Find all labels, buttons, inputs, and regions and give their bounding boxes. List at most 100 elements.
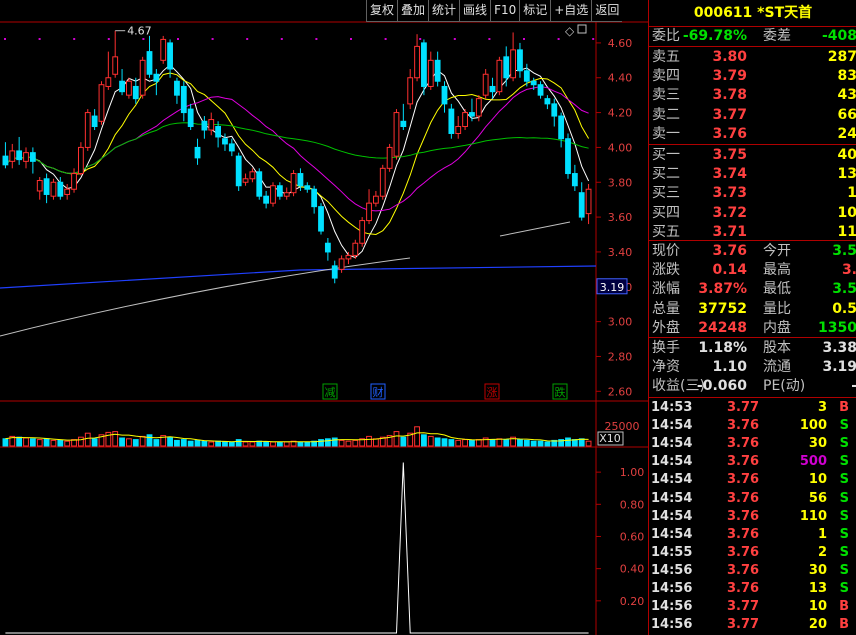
volume-bar[interactable] xyxy=(194,439,201,447)
volume-bar[interactable] xyxy=(23,437,29,447)
candle[interactable] xyxy=(448,103,455,139)
candle[interactable] xyxy=(386,143,393,172)
trade-row[interactable]: 14:55 3.76 2 S xyxy=(649,544,856,562)
toolbar-button-0[interactable]: 复权 xyxy=(366,0,398,22)
volume-bar[interactable] xyxy=(427,435,434,447)
candle[interactable] xyxy=(235,152,242,191)
volume-bar[interactable] xyxy=(400,436,407,447)
toolbar-button-5[interactable]: 标记 xyxy=(519,0,551,22)
volume-bar[interactable] xyxy=(84,432,91,447)
volume-bar[interactable] xyxy=(215,440,222,447)
toolbar-button-2[interactable]: 统计 xyxy=(428,0,460,22)
volume-bar[interactable] xyxy=(489,439,496,447)
trade-row[interactable]: 14:54 3.76 1 S xyxy=(649,526,856,544)
volume-bar[interactable] xyxy=(441,438,448,447)
volume-bar[interactable] xyxy=(276,441,283,447)
volume-bar[interactable] xyxy=(585,440,592,447)
stock-title[interactable]: 000611 *ST天首 xyxy=(649,0,856,26)
trade-row[interactable]: 14:54 3.76 56 S xyxy=(649,490,856,508)
volume-bar[interactable] xyxy=(475,439,482,447)
toolbar-button-4[interactable]: F10 xyxy=(490,0,520,22)
volume-bar[interactable] xyxy=(434,437,441,447)
volume-bar[interactable] xyxy=(537,440,544,447)
volume-bar[interactable] xyxy=(331,437,338,447)
candle[interactable] xyxy=(84,109,91,151)
trade-row[interactable]: 14:54 3.76 10 S xyxy=(649,471,856,489)
volume-bar[interactable] xyxy=(469,439,475,447)
volume-bar[interactable] xyxy=(421,434,427,447)
candle[interactable] xyxy=(270,182,276,207)
volume-bar[interactable] xyxy=(496,438,503,447)
bids-level-row[interactable]: 买五 3.71 11 xyxy=(649,223,856,241)
asks-level-row[interactable]: 卖四 3.79 83 xyxy=(649,67,856,85)
candle[interactable] xyxy=(139,56,146,99)
volume-bar[interactable] xyxy=(228,441,235,447)
candle[interactable] xyxy=(290,170,297,197)
volume-bar[interactable] xyxy=(57,439,64,447)
candle[interactable] xyxy=(160,35,167,64)
bids-level-row[interactable]: 买三 3.73 1 xyxy=(649,184,856,202)
volume-bar[interactable] xyxy=(235,439,242,447)
volume-bar[interactable] xyxy=(462,439,468,447)
trade-row[interactable]: 14:54 3.76 500 S xyxy=(649,453,856,471)
volume-bar[interactable] xyxy=(222,441,228,447)
volume-bar[interactable] xyxy=(139,435,146,447)
candle[interactable] xyxy=(496,56,503,96)
candle[interactable] xyxy=(50,178,57,200)
volume-bar[interactable] xyxy=(338,439,345,447)
trade-row[interactable]: 14:54 3.76 110 S xyxy=(649,508,856,526)
volume-bar[interactable] xyxy=(132,439,139,447)
candle[interactable] xyxy=(393,109,400,160)
bids-level-row[interactable]: 买二 3.74 13 xyxy=(649,165,856,183)
volume-bar[interactable] xyxy=(50,439,57,447)
volume-bar[interactable] xyxy=(530,440,537,447)
trade-row[interactable]: 14:54 3.76 100 S xyxy=(649,417,856,435)
volume-bar[interactable] xyxy=(393,431,400,447)
toolbar-button-3[interactable]: 画线 xyxy=(459,0,491,22)
volume-bar[interactable] xyxy=(146,434,153,447)
volume-bar[interactable] xyxy=(249,441,256,447)
volume-bar[interactable] xyxy=(372,438,379,447)
volume-bar[interactable] xyxy=(523,439,530,447)
volume-bar[interactable] xyxy=(242,441,249,447)
asks-level-row[interactable]: 卖一 3.76 24 xyxy=(649,125,856,143)
volume-bar[interactable] xyxy=(208,441,215,447)
volume-bar[interactable] xyxy=(119,437,125,447)
volume-bar[interactable] xyxy=(318,439,324,447)
bids-level-row[interactable]: 买四 3.72 10 xyxy=(649,204,856,222)
candle[interactable] xyxy=(126,77,132,99)
volume-bar[interactable] xyxy=(29,438,36,447)
candle[interactable] xyxy=(256,168,263,200)
trade-row[interactable]: 14:56 3.76 13 S xyxy=(649,580,856,598)
volume-bar[interactable] xyxy=(187,440,194,447)
candle[interactable] xyxy=(98,81,105,125)
volume-bar[interactable] xyxy=(64,440,71,447)
volume-bar[interactable] xyxy=(571,439,578,447)
volume-bar[interactable] xyxy=(153,439,160,447)
volume-bar[interactable] xyxy=(201,440,208,447)
trade-row[interactable]: 14:56 3.77 10 B xyxy=(649,598,856,616)
chart-area[interactable]: ◇ 4.604.404.204.003.803.603.403.203.002.… xyxy=(0,0,648,635)
candle[interactable] xyxy=(462,109,468,130)
trade-row[interactable]: 14:56 3.77 20 B xyxy=(649,616,856,634)
volume-bar[interactable] xyxy=(297,441,304,447)
volume-bar[interactable] xyxy=(36,439,43,447)
volume-bar[interactable] xyxy=(448,439,455,447)
volume-bar[interactable] xyxy=(174,439,180,447)
toolbar-button-1[interactable]: 叠加 xyxy=(397,0,429,22)
volume-bar[interactable] xyxy=(105,431,112,447)
volume-bar[interactable] xyxy=(455,439,462,447)
volume-bar[interactable] xyxy=(77,436,84,447)
volume-bar[interactable] xyxy=(565,437,571,447)
volume-bar[interactable] xyxy=(91,438,98,447)
volume-bar[interactable] xyxy=(2,438,9,447)
volume-bar[interactable] xyxy=(503,439,510,447)
bids-level-row[interactable]: 买一 3.75 40 xyxy=(649,146,856,164)
volume-bar[interactable] xyxy=(16,436,23,447)
candle[interactable] xyxy=(379,164,386,200)
asks-level-row[interactable]: 卖三 3.78 43 xyxy=(649,86,856,104)
trade-row[interactable]: 14:54 3.76 30 S xyxy=(649,435,856,453)
asks-level-row[interactable]: 卖五 3.80 287 xyxy=(649,48,856,66)
volume-bar[interactable] xyxy=(324,438,331,447)
volume-bar[interactable] xyxy=(180,439,187,447)
